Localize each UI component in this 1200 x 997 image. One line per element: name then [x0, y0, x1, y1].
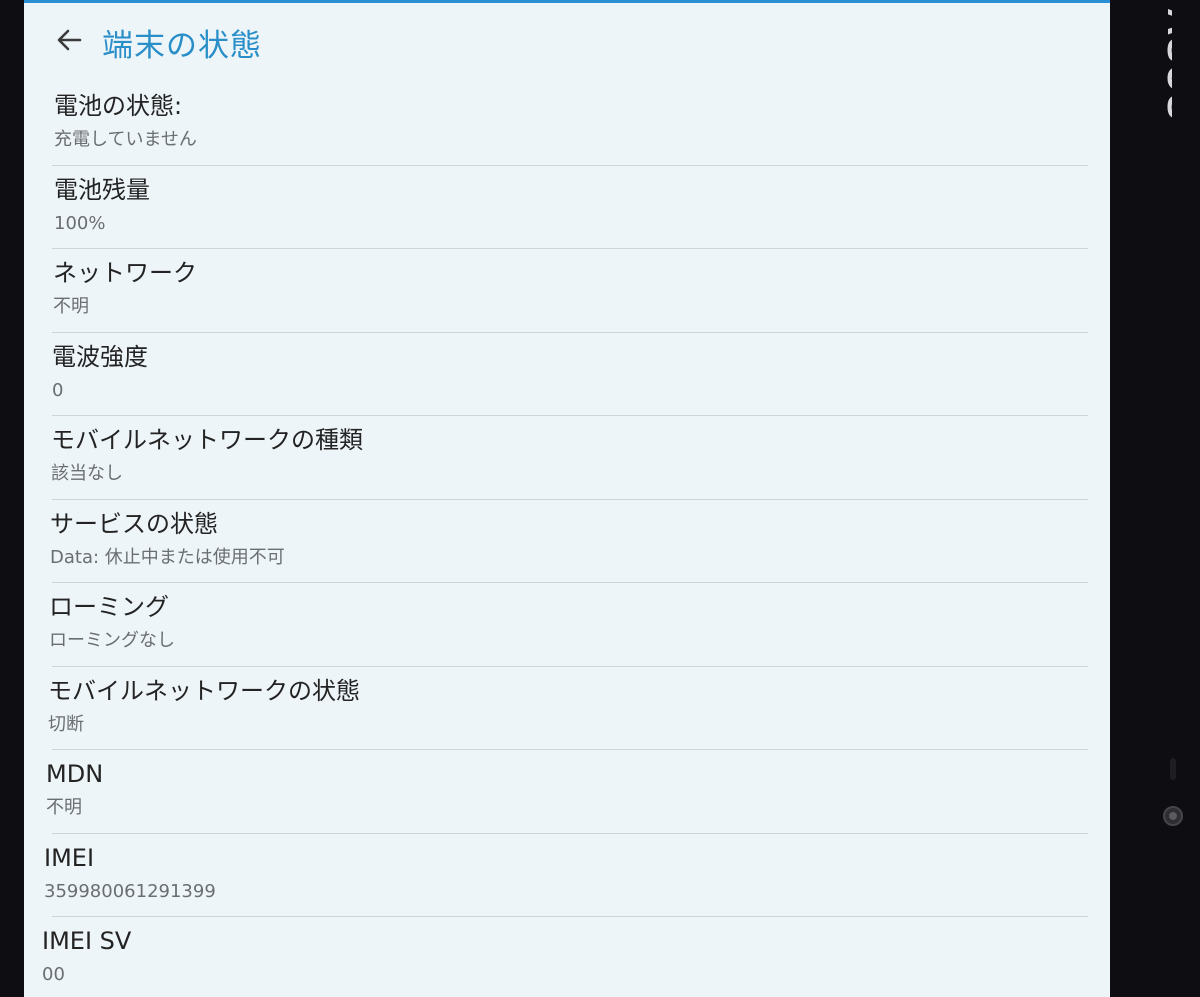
item-value: ローミングなし: [49, 630, 175, 651]
item-value: 100%: [54, 212, 106, 234]
front-camera: [1163, 806, 1183, 826]
back-arrow-icon[interactable]: [54, 25, 84, 55]
item-value: 0: [52, 379, 64, 401]
item-label: 電波強度: [52, 342, 148, 371]
asus-logo: ASUS: [1128, 6, 1200, 146]
item-value: 切断: [48, 713, 84, 735]
screen: 端末の状態 電池の状態: 充電していません 電池残量 100% ネットワーク 不…: [24, 0, 1110, 997]
brand-text: ASUS: [1159, 8, 1172, 122]
item-value: 不明: [53, 296, 89, 317]
list-item-battery-status[interactable]: 電池の状態: 充電していません: [24, 82, 1110, 166]
list-item-mdn[interactable]: MDN 不明: [24, 750, 1110, 834]
item-label: IMEI SV: [42, 927, 132, 955]
item-label: モバイルネットワークの状態: [48, 676, 360, 705]
status-list: 電池の状態: 充電していません 電池残量 100% ネットワーク 不明 電波強度…: [24, 82, 1110, 997]
item-label: モバイルネットワークの種類: [51, 426, 363, 454]
item-label: サービスの状態: [50, 509, 218, 538]
list-item-network[interactable]: ネットワーク 不明: [24, 249, 1110, 333]
page-title: 端末の状態: [102, 28, 262, 64]
list-item-imei-sv[interactable]: IMEI SV 00: [24, 917, 1110, 997]
item-value: 00: [42, 964, 65, 985]
list-item-imei[interactable]: IMEI 359980061291399: [24, 834, 1110, 917]
list-item-roaming[interactable]: ローミング ローミングなし: [24, 583, 1110, 667]
item-label: ローミング: [49, 593, 169, 621]
item-value: 359980061291399: [44, 880, 216, 902]
item-value: 充電していません: [54, 129, 197, 150]
item-label: ネットワーク: [53, 259, 197, 287]
list-item-service-state[interactable]: サービスの状態 Data: 休止中または使用不可: [24, 500, 1110, 583]
item-value: 不明: [46, 797, 82, 818]
item-label: 電池の状態:: [54, 92, 183, 120]
app-bar: 端末の状態: [24, 3, 1110, 77]
item-label: 電池残量: [54, 175, 150, 204]
tablet-device: 端末の状態 電池の状態: 充電していません 電池残量 100% ネットワーク 不…: [0, 0, 1200, 997]
list-item-battery-level[interactable]: 電池残量 100%: [24, 166, 1110, 249]
item-label: MDN: [46, 760, 104, 788]
list-item-mobile-network-state[interactable]: モバイルネットワークの状態 切断: [24, 667, 1110, 750]
list-item-mobile-network-type[interactable]: モバイルネットワークの種類 該当なし: [24, 416, 1110, 500]
item-label: IMEI: [44, 843, 95, 872]
list-item-signal-strength[interactable]: 電波強度 0: [24, 333, 1110, 416]
item-value: Data: 休止中または使用不可: [50, 546, 285, 568]
proximity-sensor: [1170, 758, 1176, 780]
item-value: 該当なし: [51, 463, 123, 484]
